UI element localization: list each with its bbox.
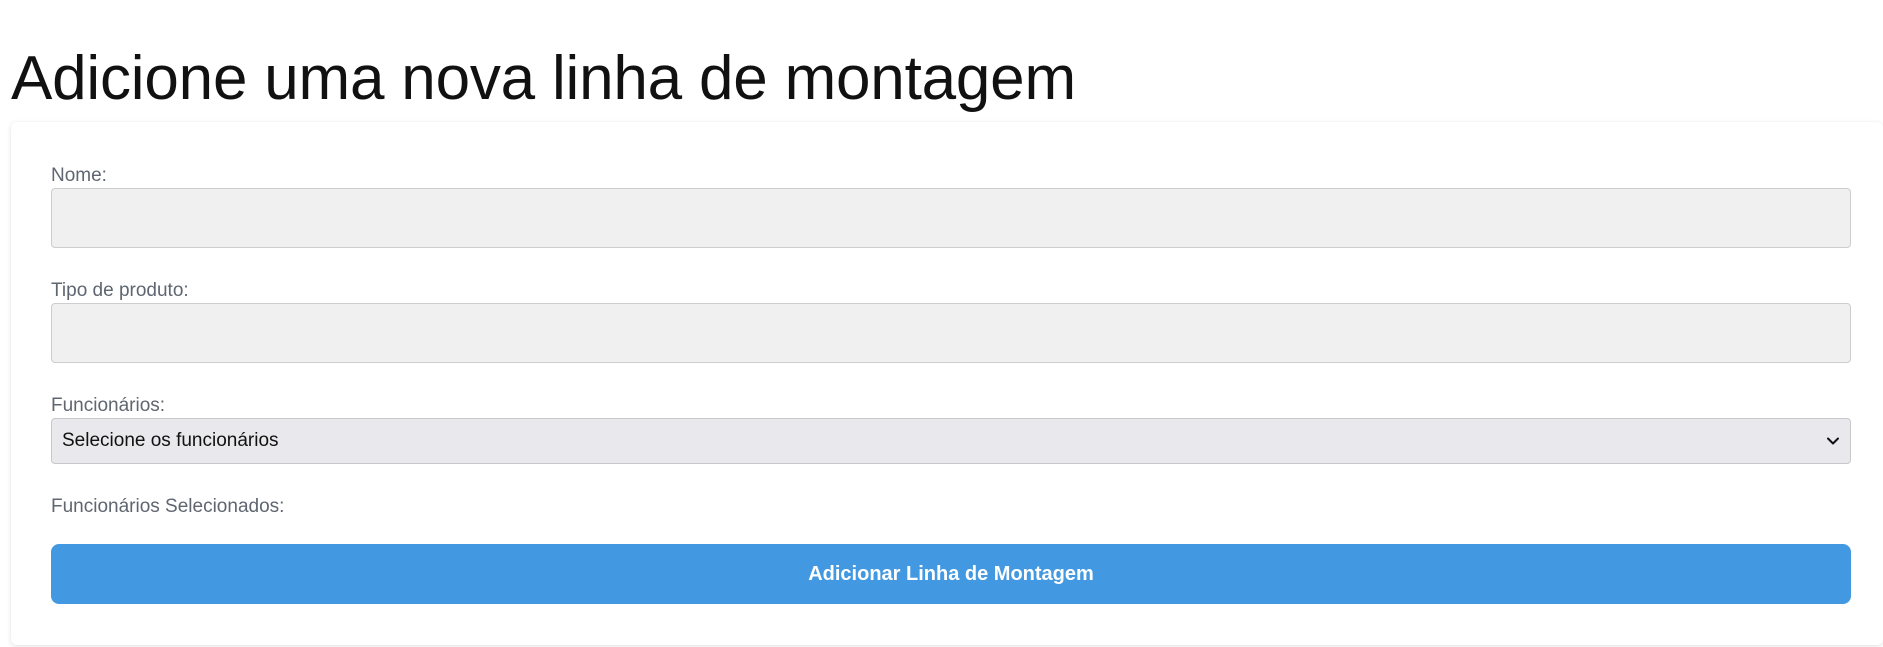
funcionarios-selecionados-label: Funcionários Selecionados: bbox=[51, 496, 285, 517]
chevron-down-icon bbox=[1826, 434, 1840, 448]
page-title: Adicione uma nova linha de montagem bbox=[11, 44, 1076, 113]
funcionarios-select-value: Selecione os funcionários bbox=[62, 430, 279, 451]
funcionarios-label: Funcionários: bbox=[51, 395, 166, 416]
page: Adicione uma nova linha de montagem Nome… bbox=[0, 0, 1883, 647]
adicionar-linha-button[interactable]: Adicionar Linha de Montagem bbox=[51, 544, 1851, 604]
funcionarios-select[interactable]: Selecione os funcionários bbox=[51, 418, 1851, 464]
tipo-produto-input[interactable] bbox=[51, 303, 1851, 363]
tipo-produto-label: Tipo de produto: bbox=[51, 280, 189, 301]
nome-input[interactable] bbox=[51, 188, 1851, 248]
nome-label: Nome: bbox=[51, 165, 107, 186]
form-card: Nome: Tipo de produto: Funcionários: Sel… bbox=[11, 122, 1883, 645]
